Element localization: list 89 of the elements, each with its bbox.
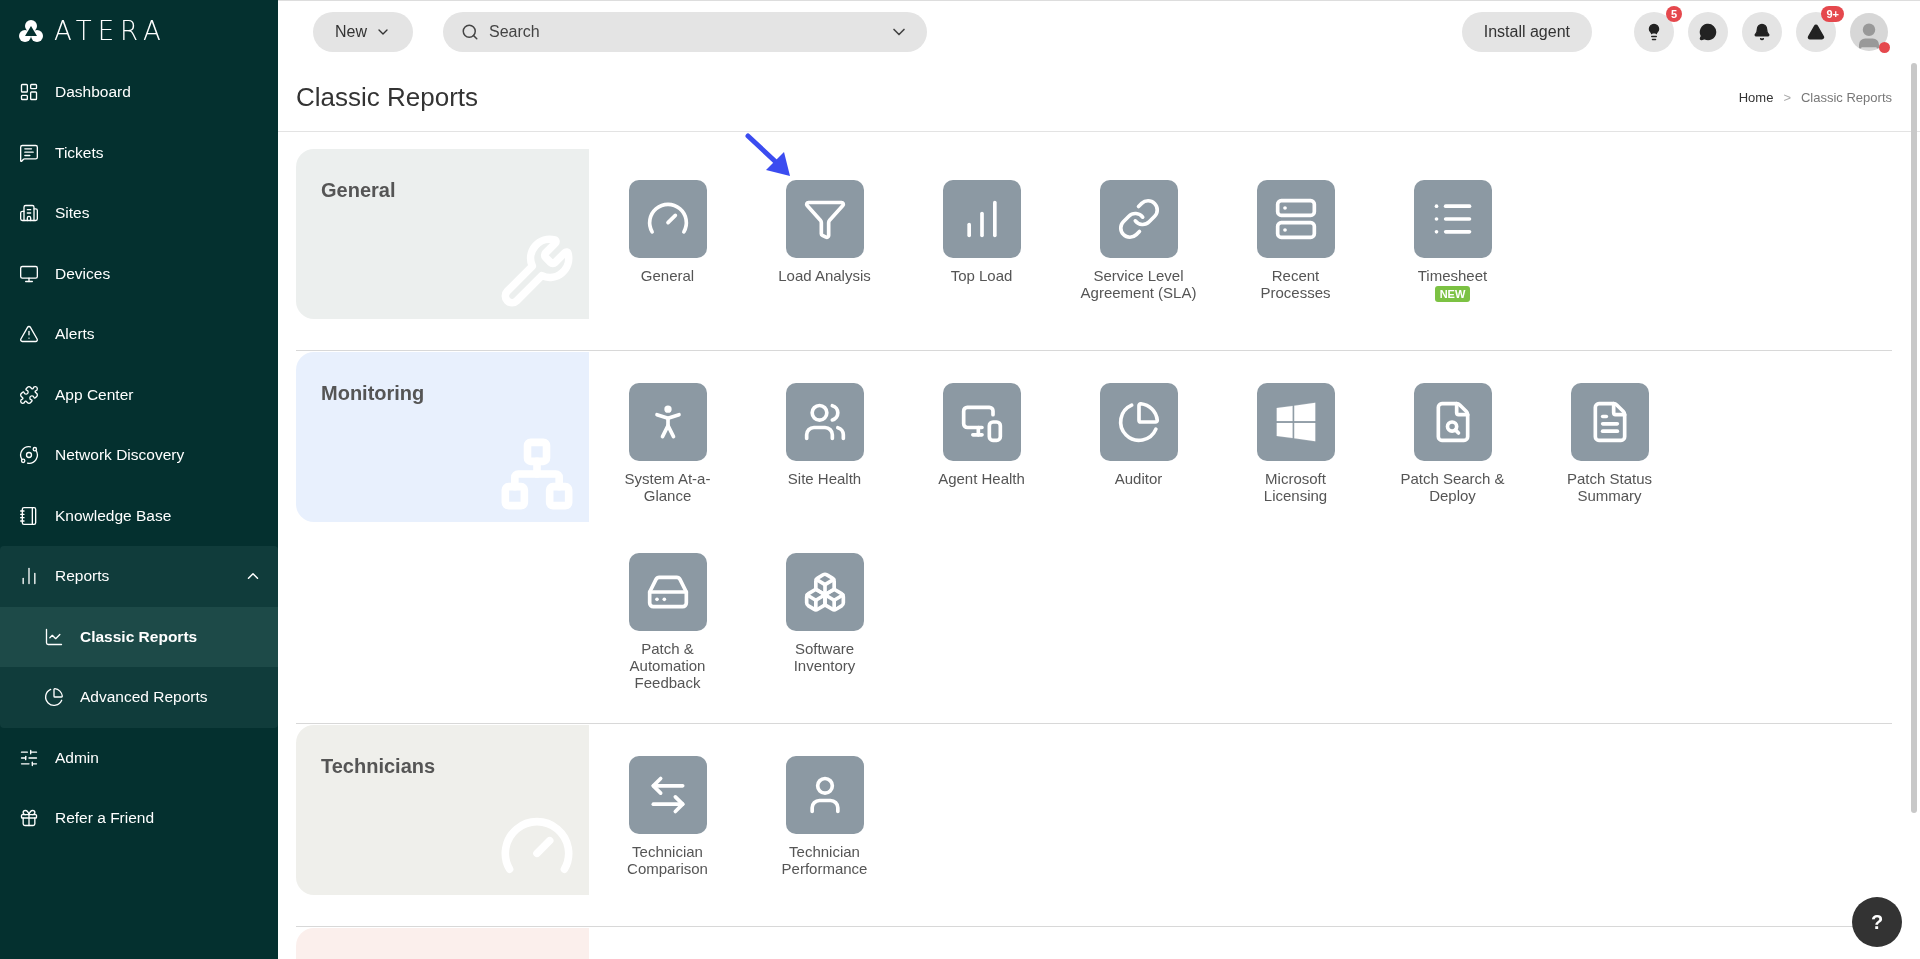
menu-icon [19,324,39,345]
menu-icon [19,142,39,163]
report-button[interactable] [785,756,864,834]
breadcrumb-link[interactable]: Classic Reports [1800,89,1892,105]
sidebar-subitem[interactable]: Advanced Reports [0,667,278,728]
sidebar-item[interactable]: Devices [0,243,278,304]
menu-icon [19,808,39,829]
toolbar-icon [1699,23,1717,41]
new-badge: NEW [1434,286,1471,302]
report-button[interactable] [942,180,1021,258]
toolbar-button[interactable] [1742,12,1782,52]
breadcrumb-link[interactable]: Home [1738,89,1774,105]
toolbar-icon [1753,23,1771,41]
new-button[interactable]: New [313,12,413,52]
menu-icon [19,505,39,526]
report-button[interactable] [785,553,864,631]
sidebar-item[interactable]: Refer a Friend [0,788,278,849]
report-link[interactable]: Patch Search & Deploy [1393,470,1512,504]
menu-icon [19,263,39,284]
logo-icon [18,19,44,43]
report-button[interactable] [1570,383,1649,461]
count-badge: 9+ [1821,6,1844,22]
report-button[interactable] [1256,180,1335,258]
sidebar-item[interactable]: Admin [0,727,278,788]
sidebar-item[interactable]: Alerts [0,304,278,365]
logo-text: ATERA [54,16,167,46]
toolbar-button[interactable] [1688,12,1728,52]
report-button[interactable] [1413,383,1492,461]
menu-icon [19,445,39,466]
report-button[interactable] [1099,383,1178,461]
report-link[interactable]: Patch Status Summary [1550,470,1669,504]
report-link[interactable]: Agent Health [922,470,1041,487]
section-title: Monitoring [321,382,426,405]
sidebar-item[interactable]: Reports [0,546,278,607]
report-button[interactable] [628,383,707,461]
report-icon [802,570,847,614]
status-dot [1879,42,1890,53]
sidebar-item[interactable]: Network Discovery [0,425,278,486]
help-button[interactable]: ? [1852,897,1902,947]
report-link[interactable]: Top Load [922,267,1041,284]
sidebar-item[interactable]: Knowledge Base [0,485,278,546]
report-link[interactable]: Recent Processes [1236,267,1355,301]
sidebar-item[interactable]: Tickets [0,122,278,183]
menu-icon [19,203,39,224]
report-icon [1273,400,1318,444]
report-button[interactable] [785,180,864,258]
chart-icon [44,626,64,647]
sidebar-subitem[interactable]: Classic Reports [0,606,278,667]
report-link[interactable]: Microsoft Licensing [1236,470,1355,504]
report-button[interactable] [628,756,707,834]
count-badge: 5 [1665,6,1682,22]
install-agent-button[interactable]: Install agent [1461,12,1592,52]
search-field[interactable]: Search [443,12,927,52]
report-link[interactable]: Patch & Automation Feedback [608,640,727,691]
page-title: Classic Reports [296,81,479,113]
sidebar-item[interactable]: Sites [0,183,278,244]
report-button[interactable] [628,553,707,631]
report-link[interactable]: Timesheet [1393,267,1512,284]
report-link[interactable]: Load Analysis [765,267,884,284]
scrollbar-thumb[interactable] [1911,63,1917,813]
report-link[interactable]: Auditor [1079,470,1198,487]
menu-icon [19,747,39,768]
report-button[interactable] [785,383,864,461]
toolbar-icon [1807,23,1825,41]
chart-icon [44,687,64,708]
report-link[interactable]: Service Level Agreement (SLA) [1079,267,1198,301]
menu-icon [19,384,39,405]
section-title: General [321,179,397,202]
sidebar-item[interactable]: Dashboard [0,62,278,123]
report-link[interactable]: General [608,267,727,284]
menu-icon [19,82,39,103]
report-button[interactable] [1256,383,1335,461]
section-title: Technicians [321,755,437,778]
report-link[interactable]: Software Inventory [765,640,884,674]
report-link[interactable]: Technician Comparison [608,843,727,877]
report-link[interactable]: Site Health [765,470,884,487]
search-icon [461,23,479,41]
report-button[interactable] [942,383,1021,461]
breadcrumb-separator: > [1783,89,1791,105]
report-link[interactable]: System At-a-Glance [608,470,727,504]
avatar[interactable] [1850,13,1888,51]
report-link[interactable]: Technician Performance [765,843,884,877]
report-button[interactable] [1413,180,1492,258]
report-icon [1273,197,1318,241]
sidebar-item[interactable]: App Center [0,364,278,425]
report-icon [1116,197,1161,241]
report-button[interactable] [628,180,707,258]
report-button[interactable] [1099,180,1178,258]
report-icon [1116,400,1161,444]
